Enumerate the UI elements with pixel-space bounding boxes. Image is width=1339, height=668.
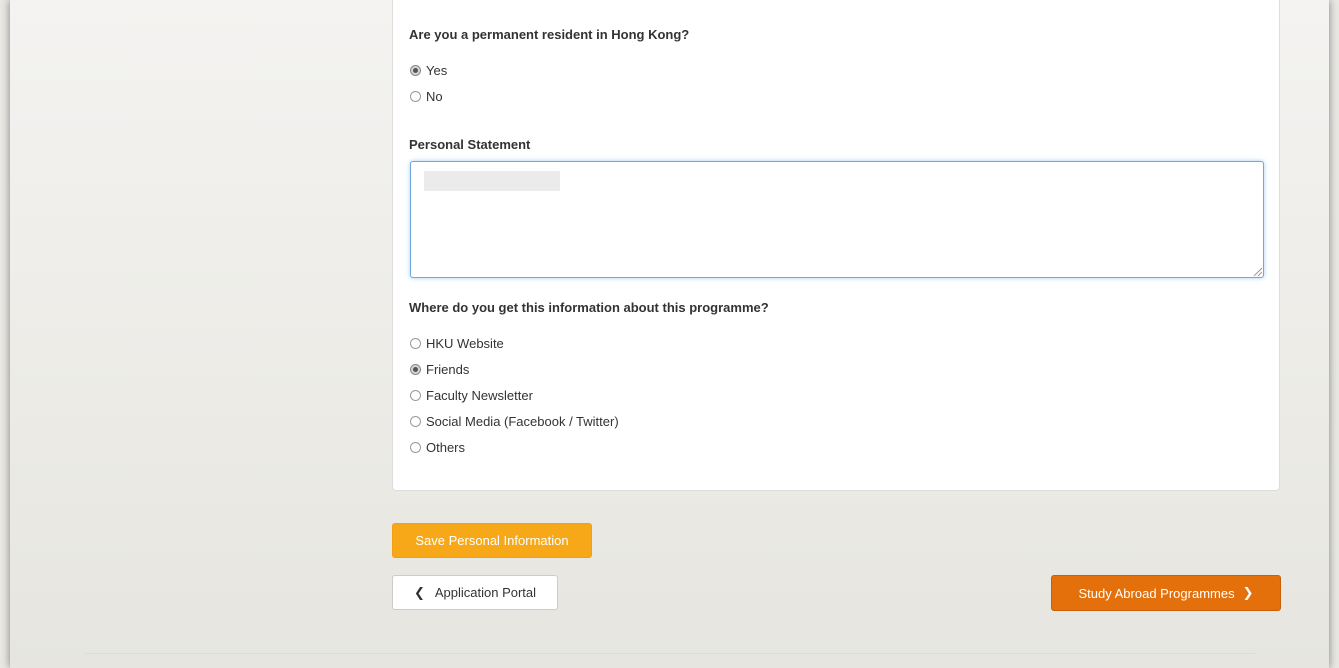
source-option-hku-website[interactable]: HKU Website (410, 336, 504, 351)
radio-button[interactable] (410, 416, 421, 427)
radio-button-checked[interactable] (410, 364, 421, 375)
source-option-label: Friends (426, 362, 470, 377)
source-option-label: Social Media (Facebook / Twitter) (426, 414, 619, 429)
footer-divider (85, 653, 1255, 654)
source-option-label: HKU Website (426, 336, 504, 351)
radio-button[interactable] (410, 390, 421, 401)
residency-option-label: No (426, 89, 443, 104)
source-option-others[interactable]: Others (410, 440, 465, 455)
browser-window: Are you a permanent resident in Hong Kon… (10, 0, 1329, 668)
save-personal-information-button[interactable]: Save Personal Information (392, 523, 592, 558)
radio-button-checked[interactable] (410, 65, 421, 76)
source-option-label: Faculty Newsletter (426, 388, 533, 403)
chevron-right-icon: ❯ (1242, 585, 1254, 600)
study-abroad-programmes-button[interactable]: Study Abroad Programmes ❯ (1051, 575, 1281, 611)
chevron-left-icon: ❮ (413, 584, 425, 600)
source-option-social-media[interactable]: Social Media (Facebook / Twitter) (410, 414, 619, 429)
source-option-friends[interactable]: Friends (410, 362, 469, 377)
radio-button[interactable] (410, 338, 421, 349)
residency-option-no[interactable]: No (410, 89, 443, 104)
application-portal-button[interactable]: ❮ Application Portal (392, 575, 558, 610)
radio-button[interactable] (410, 91, 421, 102)
radio-button[interactable] (410, 442, 421, 453)
residency-option-label: Yes (426, 63, 448, 78)
personal-statement-label: Personal Statement (409, 137, 531, 152)
application-portal-label: Application Portal (434, 585, 537, 600)
residency-option-yes[interactable]: Yes (410, 63, 447, 78)
resize-grip-icon[interactable] (1252, 266, 1262, 276)
residency-question: Are you a permanent resident in Hong Kon… (409, 27, 690, 42)
redacted-text-block (424, 171, 560, 191)
source-option-faculty-newsletter[interactable]: Faculty Newsletter (410, 388, 533, 403)
source-option-label: Others (426, 440, 466, 455)
source-question: Where do you get this information about … (409, 300, 769, 315)
study-abroad-programmes-label: Study Abroad Programmes (1078, 585, 1235, 601)
personal-info-panel: Are you a permanent resident in Hong Kon… (392, 0, 1280, 491)
